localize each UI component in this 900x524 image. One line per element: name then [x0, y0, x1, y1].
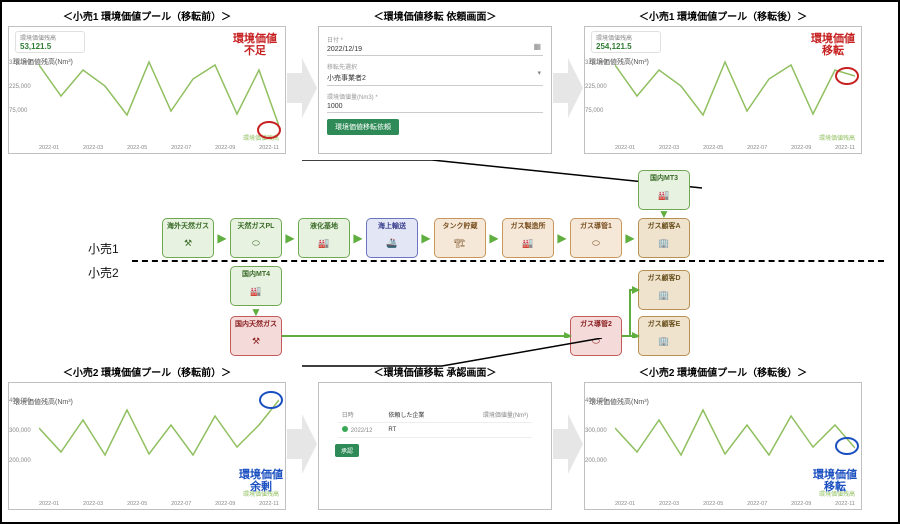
callout-shortage: 環境価値 不足 — [233, 33, 277, 57]
panel-transfer-request: ＜環境価値移転 依頼画面＞ 日付 * 2022/12/19▦ 移転先選択 小売事… — [318, 8, 552, 160]
callout-transfer: 環境価値 移転 — [813, 469, 857, 493]
date-field[interactable]: 2022/12/19▦ — [327, 44, 543, 56]
chart-retail2-after: 環境価値残高(Nm³) 400,000 300,000 200,000 2022… — [584, 382, 862, 510]
flow-arrow-icon: ▶ — [556, 232, 568, 244]
flow-arrow-icon: ▼ — [658, 208, 670, 220]
arrow-icon — [286, 380, 318, 508]
lane-divider — [132, 260, 884, 262]
arrow-icon — [552, 24, 584, 152]
chart-area — [615, 59, 855, 139]
transfer-request-form: 日付 * 2022/12/19▦ 移転先選択 小売事業者2▾ 環境価値量(Nm3… — [318, 26, 552, 154]
flow-arrow-icon: ▶ — [488, 232, 500, 244]
callout-surplus: 環境価値 余剰 — [239, 469, 283, 493]
node-gas-customer-d[interactable]: ガス顧客D🏢 — [638, 270, 690, 310]
approve-button[interactable]: 承認 — [335, 444, 359, 457]
node-gas-customer-a[interactable]: ガス顧客A🏢 — [638, 218, 690, 258]
node-overseas-gas[interactable]: 海外天然ガス⚒ — [162, 218, 214, 258]
node-marine-transport[interactable]: 海上輸送🚢 — [366, 218, 418, 258]
panel-retail2-after: ＜小売2 環境価値プール（移転後）＞ 環境価値残高(Nm³) 400,000 3… — [584, 364, 862, 516]
line-chart-svg — [39, 59, 279, 139]
x-axis-ticks: 2022-012022-032022-052022-072022-092022-… — [39, 145, 279, 151]
approval-table: 日時 依頼した企業 環境価値量(Nm³) 2022/12 RT — [338, 407, 532, 438]
factory-icon: 🏭 — [522, 232, 533, 255]
pipe-icon: ⬭ — [252, 232, 260, 255]
arrow-icon — [552, 380, 584, 508]
dest-label: 移転先選択 — [327, 62, 543, 71]
flow-arrow-icon: ▶ — [624, 232, 636, 244]
submit-transfer-button[interactable]: 環境価値移転依頼 — [327, 119, 399, 135]
panel-transfer-approval: ＜環境価値移転 承認画面＞ 日時 依頼した企業 環境価値量(Nm³) 2022/… — [318, 364, 552, 516]
lane-label-retail1: 小売1 — [88, 240, 119, 257]
line-chart-svg — [615, 59, 855, 139]
flow-arrow-icon: ▶ — [284, 232, 296, 244]
legend: 環境価値残高 — [819, 133, 855, 142]
panel-title: ＜環境価値移転 依頼画面＞ — [374, 8, 497, 23]
amount-field[interactable]: 1000 — [327, 101, 543, 113]
value-remaining-card: 環境価値残高 254,121.5 — [591, 31, 661, 53]
plant-icon: 🏭 — [658, 184, 669, 207]
panel-retail1-before: ＜小売1 環境価値プール（移転前）＞ 環境価値残高 53,121.5 環境価値残… — [8, 8, 286, 160]
status-badge — [342, 426, 348, 432]
node-tank-storage[interactable]: タンク貯蔵🏗 — [434, 218, 486, 258]
rig-icon: ⚒ — [252, 330, 260, 353]
panel-title: ＜環境価値移転 承認画面＞ — [374, 364, 497, 379]
surplus-marker — [259, 391, 283, 409]
flow-arrow-icon: ▶ — [352, 232, 364, 244]
node-domestic-mt3[interactable]: 国内MT3🏭 — [638, 170, 690, 210]
shortage-marker — [257, 121, 281, 139]
callout-transfer: 環境価値 移転 — [811, 33, 855, 57]
panel-title: ＜小売1 環境価値プール（移転後）＞ — [639, 8, 807, 23]
node-domestic-gas[interactable]: 国内天然ガス⚒ — [230, 316, 282, 356]
rig-icon: ⚒ — [184, 232, 192, 255]
flow-arrow-icon: ▶ — [216, 232, 228, 244]
chart-retail1-before: 環境価値残高 53,121.5 環境価値残高(Nm³) 325,000 225,… — [8, 26, 286, 154]
panel-retail2-before: ＜小売2 環境価値プール（移転前）＞ 環境価値残高(Nm³) 400,000 3… — [8, 364, 286, 516]
table-header-row: 日時 依頼した企業 環境価値量(Nm³) — [338, 407, 532, 423]
building-icon: 🏢 — [658, 232, 669, 255]
node-gas-pipeline[interactable]: 天然ガスPL⬭ — [230, 218, 282, 258]
node-gas-pipe1[interactable]: ガス導管1⬭ — [570, 218, 622, 258]
transfer-marker — [835, 437, 859, 455]
chart-area — [39, 59, 279, 139]
date-label: 日付 * — [327, 35, 543, 44]
plant-icon: 🏭 — [250, 280, 261, 303]
ship-icon: 🚢 — [386, 232, 397, 255]
x-axis-ticks: 2022-012022-032022-052022-072022-092022-… — [39, 501, 279, 507]
transfer-approval-panel: 日時 依頼した企業 環境価値量(Nm³) 2022/12 RT 承認 — [318, 382, 552, 510]
arrow-icon — [286, 24, 318, 152]
chevron-down-icon[interactable]: ▾ — [537, 69, 541, 77]
panel-title: ＜小売2 環境価値プール（移転後）＞ — [639, 364, 807, 379]
pipe-icon: ⬭ — [592, 232, 600, 255]
calendar-icon[interactable]: ▦ — [533, 42, 541, 51]
connector-top — [2, 160, 900, 190]
chart-retail1-after: 環境価値残高 254,121.5 環境価値残高(Nm³) 325,000 225… — [584, 26, 862, 154]
lane-label-retail2: 小売2 — [88, 264, 119, 281]
panel-title: ＜小売1 環境価値プール（移転前）＞ — [63, 8, 231, 23]
building-icon: 🏢 — [658, 284, 669, 307]
node-gas-customer-e[interactable]: ガス顧客E🏢 — [638, 316, 690, 356]
flow-arrow-icon: ▶ — [420, 232, 432, 244]
plant-icon: 🏭 — [318, 232, 329, 255]
supply-chain-flow: 小売1 小売2 海外天然ガス⚒ ▶ 天然ガスPL⬭ ▶ 液化基地🏭 ▶ 海上輸送… — [2, 188, 898, 338]
node-gas-pipe2[interactable]: ガス導管2⬭ — [570, 316, 622, 356]
tank-icon: 🏗 — [454, 232, 465, 255]
pipe-icon: ⬭ — [592, 330, 600, 353]
panel-title: ＜小売2 環境価値プール（移転前）＞ — [63, 364, 231, 379]
building-icon: 🏢 — [658, 330, 669, 353]
x-axis-ticks: 2022-012022-032022-052022-072022-092022-… — [615, 145, 855, 151]
dest-select[interactable]: 小売事業者2▾ — [327, 71, 543, 86]
chart-retail2-before: 環境価値残高(Nm³) 400,000 300,000 200,000 2022… — [8, 382, 286, 510]
node-gas-plant[interactable]: ガス製造所🏭 — [502, 218, 554, 258]
panel-retail1-after: ＜小売1 環境価値プール（移転後）＞ 環境価値残高 254,121.5 環境価値… — [584, 8, 862, 160]
table-row[interactable]: 2022/12 RT — [338, 423, 532, 438]
value-remaining-card: 環境価値残高 53,121.5 — [15, 31, 85, 53]
flow-connectors — [2, 188, 898, 338]
transfer-marker — [835, 67, 859, 85]
amount-label: 環境価値量(Nm3) * — [327, 92, 543, 101]
x-axis-ticks: 2022-012022-032022-052022-072022-092022-… — [615, 501, 855, 507]
node-domestic-mt4[interactable]: 国内MT4🏭 — [230, 266, 282, 306]
node-liquefaction[interactable]: 液化基地🏭 — [298, 218, 350, 258]
